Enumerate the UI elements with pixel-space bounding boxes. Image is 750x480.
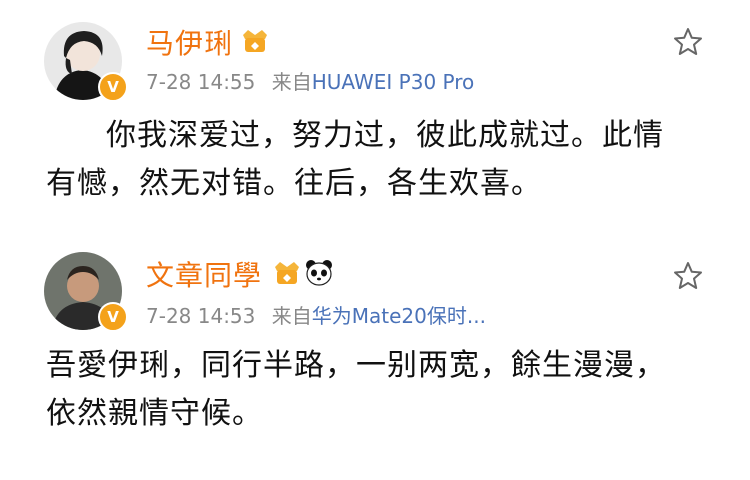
post-content: 吾愛伊琍，同行半路，一别两宽，餘生漫漫， 依然親情守候。 (46, 342, 666, 438)
via-label: 来自 (271, 304, 312, 328)
author-name[interactable]: 文章同學 (146, 254, 262, 294)
post-time: 7-28 14:55 (146, 70, 256, 94)
weibo-post: V 马伊琍 7-28 14:55 来自HUAWEI P30 Pro 你我深爱过，… (0, 0, 750, 240)
content-line: 有憾，然无对错。往后，各生欢喜。 (46, 166, 542, 201)
weibo-post: V 文章同學 7-28 14:53 来自华为Mate20保时... 吾愛伊琍，同… (0, 240, 750, 480)
content-line: 吾愛伊琍，同行半路，一别两宽，餘生漫漫， (46, 348, 666, 383)
source-device[interactable]: 华为Mate20保时... (312, 304, 486, 328)
author-name[interactable]: 马伊琍 (146, 22, 233, 62)
verified-badge-icon: V (98, 302, 128, 332)
vip-crown-icon (243, 30, 267, 52)
star-icon[interactable] (672, 26, 704, 58)
post-meta: 7-28 14:55 来自HUAWEI P30 Pro (146, 66, 474, 95)
vip-crown-icon (275, 262, 299, 284)
via-label: 来自 (271, 70, 312, 94)
content-line: 你我深爱过，努力过，彼此成就过。此情 (106, 118, 664, 153)
post-time: 7-28 14:53 (146, 304, 256, 328)
post-content: 你我深爱过，努力过，彼此成就过。此情 有憾，然无对错。往后，各生欢喜。 (46, 112, 664, 208)
star-icon[interactable] (672, 260, 704, 292)
panda-icon (306, 260, 332, 286)
verified-badge-icon: V (98, 72, 128, 102)
source-device[interactable]: HUAWEI P30 Pro (312, 70, 475, 94)
post-meta: 7-28 14:53 来自华为Mate20保时... (146, 300, 486, 329)
content-line: 依然親情守候。 (46, 396, 263, 431)
